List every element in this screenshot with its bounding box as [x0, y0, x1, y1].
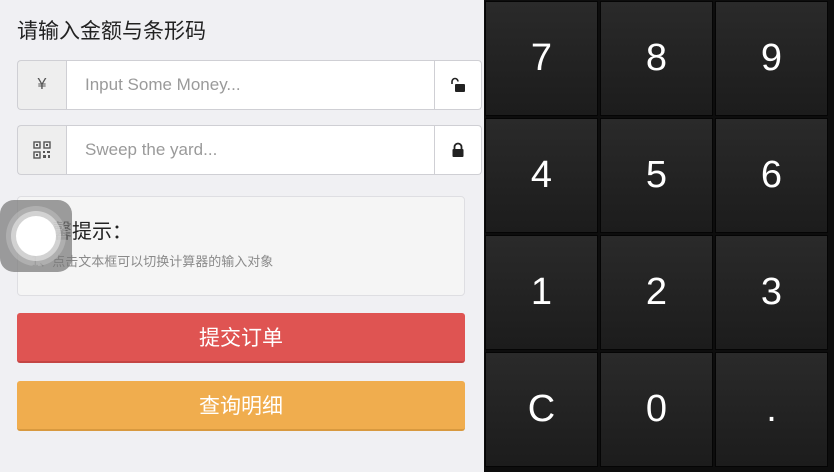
amount-input-group: ¥ [17, 60, 482, 110]
assistive-touch-button[interactable] [0, 200, 72, 272]
key-1[interactable]: 1 [485, 235, 598, 350]
key-4[interactable]: 4 [485, 118, 598, 233]
key-8[interactable]: 8 [600, 1, 713, 116]
amount-input[interactable] [66, 60, 435, 110]
locked-padlock-icon [452, 142, 464, 157]
key-6[interactable]: 6 [715, 118, 828, 233]
page-title: 请输入金额与条形码 [17, 19, 206, 43]
currency-addon: ¥ [17, 60, 66, 110]
order-form-panel: 请输入金额与条形码 ¥ Input Some Money... Sweep th… [0, 0, 484, 472]
yuan-icon: ¥ [37, 76, 47, 93]
submit-order-button[interactable]: 提交订单 [17, 313, 465, 363]
numeric-keypad: 7 8 9 4 5 6 1 2 3 C 0 . [484, 0, 834, 472]
key-3[interactable]: 3 [715, 235, 828, 350]
key-decimal[interactable]: . [715, 352, 828, 467]
key-7[interactable]: 7 [485, 1, 598, 116]
key-clear[interactable]: C [485, 352, 598, 467]
key-2[interactable]: 2 [600, 235, 713, 350]
amount-lock-toggle[interactable] [435, 60, 482, 110]
barcode-input-group [17, 125, 482, 175]
query-details-button[interactable]: 查询明细 [17, 381, 465, 431]
tips-box: 温馨提示： 1、点击文本框可以切换计算器的输入对象 [17, 196, 465, 296]
barcode-addon [17, 125, 66, 175]
unlocked-padlock-icon [451, 77, 465, 92]
barcode-input[interactable] [66, 125, 435, 175]
key-0[interactable]: 0 [600, 352, 713, 467]
qr-code-icon [33, 141, 51, 159]
key-5[interactable]: 5 [600, 118, 713, 233]
key-9[interactable]: 9 [715, 1, 828, 116]
barcode-lock-toggle[interactable] [435, 125, 482, 175]
assistive-touch-icon [16, 216, 56, 256]
